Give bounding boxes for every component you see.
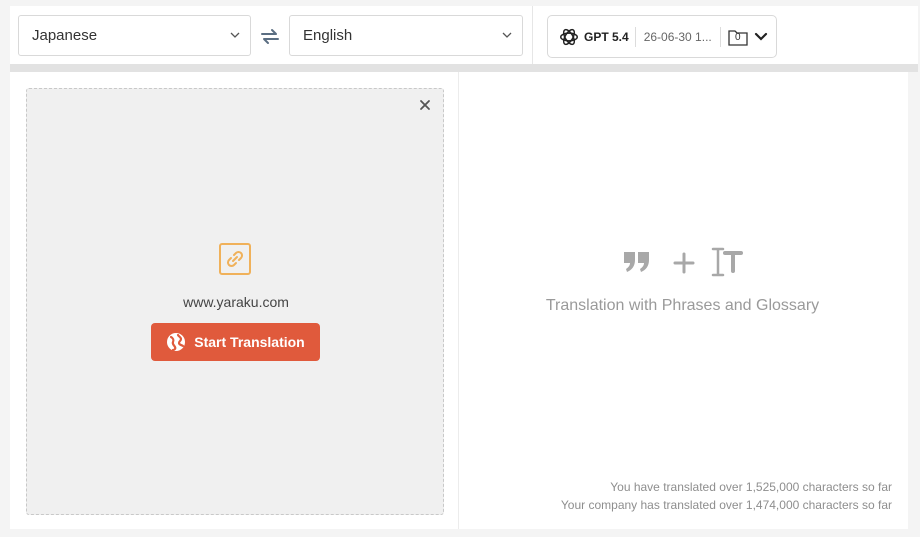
chevron-down-icon [502, 32, 512, 38]
openai-logo-icon [560, 28, 578, 45]
source-language-select[interactable]: Japanese [18, 15, 251, 56]
folder-count: 0 [734, 31, 741, 43]
model-date: 26-06-30 1... [643, 29, 712, 44]
start-translation-label: Start Translation [194, 334, 305, 350]
folder-icon[interactable]: 0 [728, 28, 748, 46]
model-separator [719, 26, 721, 47]
close-icon[interactable] [419, 99, 431, 111]
toolbar-divider [532, 6, 533, 66]
model-selector[interactable]: GPT 5.4 26-06-30 1... 0 [547, 15, 777, 58]
link-icon [219, 243, 251, 275]
chevron-down-icon [230, 32, 240, 38]
start-translation-button[interactable]: Start Translation [151, 323, 320, 361]
source-panel: www.yaraku.com Start Translation [26, 88, 444, 515]
toolbar-separator [10, 64, 918, 72]
chevron-down-icon[interactable] [754, 32, 768, 42]
toolbar: Japanese English GPT 5.4 26-06-30 1... 0 [10, 6, 918, 66]
swap-arrows-icon[interactable] [259, 25, 281, 47]
quote-icon [624, 252, 649, 272]
model-name: GPT 5.4 [584, 29, 629, 44]
company-translation-stat: Your company has translated over 1,474,0… [560, 498, 892, 512]
plus-icon [673, 252, 695, 274]
globe-icon [167, 333, 186, 352]
source-url: www.yaraku.com [183, 294, 289, 310]
target-language-value: English [303, 27, 353, 44]
feature-icons [624, 247, 743, 277]
user-translation-stat: You have translated over 1,525,000 chara… [610, 480, 892, 494]
source-language-value: Japanese [32, 27, 98, 44]
target-language-select[interactable]: English [289, 15, 523, 56]
feature-caption: Translation with Phrases and Glossary [545, 297, 820, 314]
text-cursor-icon [711, 247, 743, 277]
